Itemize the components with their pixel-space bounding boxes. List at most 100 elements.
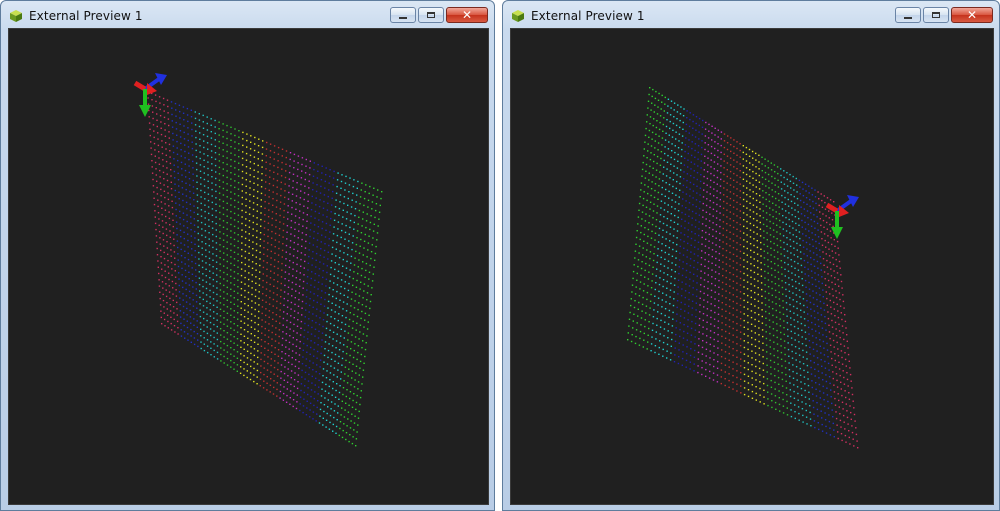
point [241,235,243,238]
point [219,244,221,246]
preview-viewport[interactable] [510,28,994,505]
point [707,260,710,263]
point [656,261,658,264]
point [714,284,716,287]
point [829,434,832,436]
point [337,277,339,279]
point [222,213,225,216]
transform-gizmo-icon[interactable] [133,73,167,117]
point [207,187,209,189]
point [180,329,182,331]
point [797,211,799,213]
point [209,315,212,317]
point [788,218,790,221]
point [759,228,762,230]
point [714,127,716,129]
point [831,326,834,328]
point [311,264,313,266]
point [347,204,349,206]
point [215,177,217,180]
point [248,233,250,235]
point [846,416,849,419]
point [785,373,787,376]
point [274,232,277,235]
point [676,111,679,113]
point [728,379,730,382]
point [169,150,171,152]
maximize-button[interactable] [923,7,949,23]
point [830,275,833,277]
point [647,100,650,102]
point [338,313,340,315]
transform-gizmo-icon[interactable] [825,195,859,239]
point [725,249,728,252]
point [317,337,320,339]
point [260,339,263,341]
point [650,152,652,154]
point [177,246,179,249]
point [774,289,777,292]
point [821,238,823,240]
point [639,288,641,290]
point [357,180,359,183]
point [158,163,161,165]
point [815,388,817,390]
point [196,194,199,196]
preview-viewport[interactable] [8,28,489,505]
point [336,185,338,188]
point [654,147,656,149]
title-bar[interactable]: External Preview 1 ✕ [503,1,999,31]
point [795,280,797,283]
minimize-button[interactable] [390,7,416,23]
point [721,342,723,344]
point [717,333,719,336]
point [370,251,373,253]
point [704,258,706,261]
point [201,247,203,249]
point [767,252,769,254]
point [313,397,315,400]
point [320,296,322,299]
point [179,223,181,225]
point [636,322,638,324]
point [189,303,191,305]
point [684,227,686,229]
point [768,180,770,182]
point [686,339,688,341]
close-button[interactable]: ✕ [951,7,993,23]
point [261,312,263,315]
point [697,165,699,167]
point [758,174,760,177]
point [749,222,752,225]
point [332,381,334,383]
point [313,404,315,407]
point [362,297,364,299]
point [701,243,703,245]
point [785,210,787,212]
point [347,339,349,341]
point [831,250,833,252]
maximize-button[interactable] [418,7,444,23]
point [694,336,696,338]
title-bar[interactable]: External Preview 1 ✕ [1,1,494,31]
point [226,273,228,276]
point [233,284,236,286]
close-button[interactable]: ✕ [446,7,488,23]
point [293,317,295,319]
point [172,151,175,154]
point [712,201,715,204]
point [171,120,173,122]
point [263,354,266,356]
point [693,273,695,275]
point [807,384,810,387]
point [646,199,648,202]
point [733,139,735,141]
point [655,338,657,340]
point [829,293,831,295]
point [236,370,238,372]
point [819,218,821,220]
minimize-button[interactable] [895,7,921,23]
point [327,406,329,408]
point [732,334,734,336]
point [306,351,308,353]
